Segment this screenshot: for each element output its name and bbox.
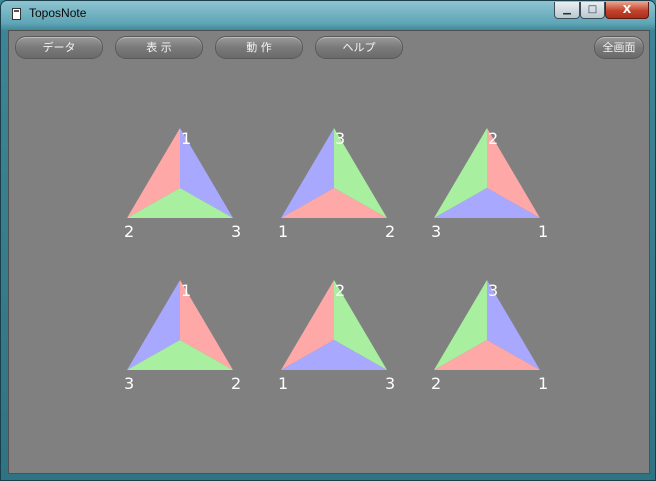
vertex-label-right: 3 bbox=[231, 222, 241, 241]
app-icon bbox=[12, 8, 21, 20]
vertex-label-top: 3 bbox=[488, 281, 498, 300]
app-window: ToposNote ▁ □ X データ 表 示 動 作 ヘルプ 全画面 1233… bbox=[0, 0, 656, 481]
vertex-label-top: 1 bbox=[181, 129, 191, 148]
vertex-label-top: 2 bbox=[335, 281, 345, 300]
vertex-label-left: 2 bbox=[431, 374, 441, 393]
vertex-label-top: 1 bbox=[181, 281, 191, 300]
vertex-label-right: 2 bbox=[231, 374, 241, 393]
vertex-label-right: 3 bbox=[385, 374, 395, 393]
close-button[interactable]: X bbox=[605, 2, 649, 19]
maximize-button[interactable]: □ bbox=[580, 2, 605, 19]
triangle-figure: 2 1 3 bbox=[278, 280, 395, 393]
close-icon: X bbox=[622, 3, 632, 16]
vertex-label-right: 1 bbox=[538, 222, 548, 241]
window-title: ToposNote bbox=[29, 6, 87, 20]
maximize-icon: □ bbox=[587, 4, 598, 15]
title-bar[interactable]: ToposNote ▁ □ X bbox=[1, 1, 655, 29]
vertex-label-left: 3 bbox=[124, 374, 134, 393]
triangle-figure: 3 2 1 bbox=[431, 280, 548, 393]
vertex-label-top: 3 bbox=[335, 129, 345, 148]
minimize-icon: ▁ bbox=[563, 4, 571, 15]
vertex-label-left: 1 bbox=[278, 222, 288, 241]
triangle-canvas: 1 2 3 3 1 2 2 3 1 1 3 2 2 1 3 3 2 1 bbox=[124, 128, 548, 393]
minimize-button[interactable]: ▁ bbox=[554, 2, 580, 19]
triangle-figure: 1 2 3 bbox=[124, 128, 241, 241]
vertex-label-right: 1 bbox=[538, 374, 548, 393]
canvas-area[interactable]: データ 表 示 動 作 ヘルプ 全画面 123312231132213321 bbox=[8, 30, 650, 474]
vertex-label-left: 2 bbox=[124, 222, 134, 241]
vertex-label-right: 2 bbox=[385, 222, 395, 241]
triangle-figure: 1 3 2 bbox=[124, 280, 241, 393]
vertex-label-left: 1 bbox=[278, 374, 288, 393]
triangle-figure: 3 1 2 bbox=[278, 128, 395, 241]
vertex-label-top: 2 bbox=[488, 129, 498, 148]
vertex-label-left: 3 bbox=[431, 222, 441, 241]
triangle-figure: 2 3 1 bbox=[431, 128, 548, 241]
